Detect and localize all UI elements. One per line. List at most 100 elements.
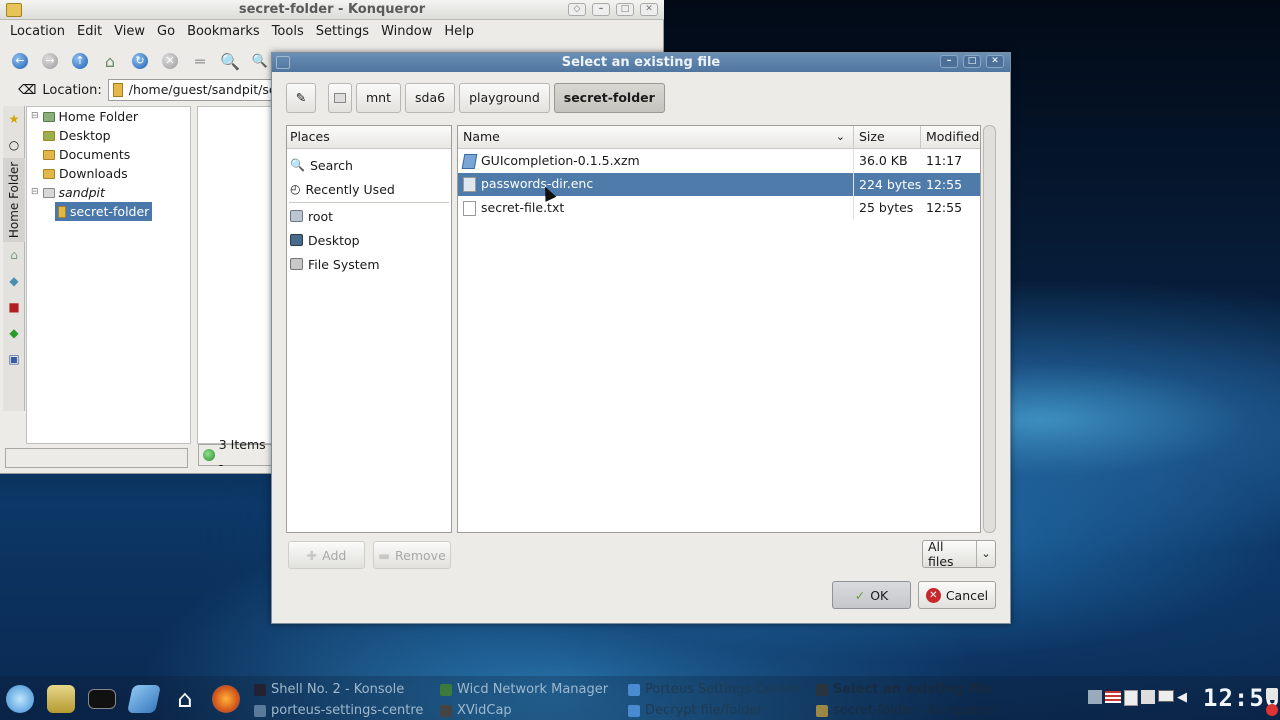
cancel-button[interactable]: ✕ Cancel xyxy=(918,581,996,609)
services-tab-icon[interactable]: ■ xyxy=(3,294,25,320)
crumb-root[interactable] xyxy=(328,83,352,113)
clock-icon: ◴ xyxy=(290,182,301,196)
start-menu-icon[interactable] xyxy=(6,685,34,713)
crumb-playground[interactable]: playground xyxy=(459,83,550,113)
drive-icon xyxy=(334,93,346,103)
menu-settings[interactable]: Settings xyxy=(310,21,375,43)
forward-button[interactable]: → xyxy=(38,49,62,73)
tree-collapse-icon[interactable]: ⊟ xyxy=(31,183,39,202)
crumb-sda6[interactable]: sda6 xyxy=(405,83,456,113)
place-recently-used[interactable]: ◴ Recently Used xyxy=(287,177,451,201)
file-filter-select[interactable]: All files ⌄ xyxy=(922,539,996,569)
crumb-secret-folder[interactable]: secret-folder xyxy=(553,83,665,113)
notes-icon[interactable] xyxy=(1141,690,1155,704)
task-decrypt[interactable]: Decrypt file/folder xyxy=(628,701,763,720)
folder-icon xyxy=(43,149,55,160)
menu-location[interactable]: Location xyxy=(4,21,71,43)
remove-place-button[interactable]: ▬ Remove xyxy=(373,541,451,569)
tree-collapse-icon[interactable]: ⊟ xyxy=(31,107,39,126)
task-xvidcap[interactable]: XVidCap xyxy=(440,701,512,720)
column-name[interactable]: Name ⌄ xyxy=(458,126,854,148)
tree-item-documents[interactable]: Documents xyxy=(27,145,190,164)
column-modified[interactable]: Modified xyxy=(921,126,980,148)
back-button[interactable]: ← xyxy=(8,49,32,73)
ok-button[interactable]: ✓ OK xyxy=(832,581,911,609)
place-search[interactable]: 🔍 Search xyxy=(287,153,451,177)
file-row[interactable]: GUIcompletion-0.1.5.xzm 36.0 KB 11:17 xyxy=(458,149,980,173)
root-tab-icon[interactable]: ◆ xyxy=(3,320,25,346)
tree-item-sandpit[interactable]: ⊟ sandpit xyxy=(27,183,190,202)
firefox-icon[interactable] xyxy=(212,685,240,713)
tree-item-home[interactable]: ⊟ Home Folder xyxy=(27,107,190,126)
media-tab-icon[interactable]: ▣ xyxy=(3,346,25,372)
task-porteus-settings-centre-script[interactable]: porteus-settings-centre xyxy=(254,701,423,720)
terminal-icon[interactable] xyxy=(88,689,116,709)
add-place-button[interactable]: ✚ Add xyxy=(288,541,365,569)
maximize-icon[interactable]: □ xyxy=(963,55,981,68)
home-tab-icon[interactable]: ⌂ xyxy=(3,242,25,268)
bookmarks-tab-icon[interactable]: ★ xyxy=(3,106,25,132)
column-size[interactable]: Size xyxy=(854,126,921,148)
tree-item-downloads[interactable]: Downloads xyxy=(27,164,190,183)
task-select-file[interactable]: Select an existing file xyxy=(816,680,992,700)
task-konsole[interactable]: Shell No. 2 - Konsole xyxy=(254,680,404,700)
menu-edit[interactable]: Edit xyxy=(71,21,108,43)
crumb-mnt[interactable]: mnt xyxy=(356,83,401,113)
shade-icon[interactable]: ◇ xyxy=(568,3,586,16)
location-input[interactable]: /home/guest/sandpit/sec xyxy=(107,79,298,101)
tree-item-secret-folder[interactable]: secret-folder xyxy=(27,202,190,221)
menu-bookmarks[interactable]: Bookmarks xyxy=(181,21,266,43)
task-konqueror[interactable]: secret-folder - Konqueror xyxy=(816,701,995,720)
column-divider xyxy=(853,149,854,219)
file-row-selected[interactable]: passwords-dir.enc 224 bytes 12:55 xyxy=(458,172,980,196)
place-root[interactable]: root xyxy=(287,204,451,228)
place-desktop[interactable]: Desktop xyxy=(287,228,451,252)
task-label: porteus-settings-centre xyxy=(271,703,424,718)
menu-view[interactable]: View xyxy=(108,21,151,43)
zoom-in-button[interactable]: 🔍 xyxy=(218,49,242,73)
menu-go[interactable]: Go xyxy=(151,21,181,43)
display-icon[interactable] xyxy=(1158,690,1174,702)
zoom-out-button[interactable]: 🔍 xyxy=(248,49,272,73)
menu-help[interactable]: Help xyxy=(438,21,480,43)
sidebar-tab-home-folder[interactable]: Home Folder xyxy=(3,158,25,242)
tree-item-desktop[interactable]: Desktop xyxy=(27,126,190,145)
maximize-icon[interactable]: □ xyxy=(616,3,634,16)
place-file-system[interactable]: File System xyxy=(287,252,451,276)
home-button[interactable]: ⌂ xyxy=(98,49,122,73)
clear-location-icon[interactable]: ⌫ xyxy=(18,83,36,98)
home-icon[interactable]: ⌂ xyxy=(171,685,199,713)
logout-icon[interactable] xyxy=(1266,704,1278,716)
file-list-header: Name ⌄ Size Modified xyxy=(458,126,980,149)
reload-button[interactable]: ↻ xyxy=(128,49,152,73)
history-tab-icon[interactable]: ○ xyxy=(3,132,25,158)
text-editor-icon[interactable] xyxy=(47,685,75,713)
konqueror-app-icon[interactable] xyxy=(6,3,22,17)
network-tab-icon[interactable]: ◆ xyxy=(3,268,25,294)
menu-window[interactable]: Window xyxy=(375,21,438,43)
dialog-pin-icon[interactable] xyxy=(276,56,290,69)
network-tray-icon[interactable] xyxy=(1088,690,1102,704)
task-label: Wicd Network Manager xyxy=(457,682,609,697)
dialog-titlebar[interactable]: Select an existing file – □ ✕ xyxy=(272,53,1010,72)
show-desktop-icon[interactable] xyxy=(1266,688,1278,700)
keyboard-layout-icon[interactable] xyxy=(1105,691,1121,703)
menu-tools[interactable]: Tools xyxy=(266,21,310,43)
close-icon[interactable]: ✕ xyxy=(640,3,658,16)
task-wicd[interactable]: Wicd Network Manager xyxy=(440,680,608,700)
clipboard-icon[interactable] xyxy=(1124,690,1138,706)
minimize-icon[interactable]: – xyxy=(940,55,958,68)
konqueror-titlebar[interactable]: secret-folder - Konqueror ◇ – □ ✕ xyxy=(0,0,664,20)
check-icon: ✓ xyxy=(854,587,866,603)
volume-icon[interactable]: ◀ xyxy=(1177,690,1187,706)
edit-path-button[interactable]: ✎ xyxy=(286,83,316,113)
up-button[interactable]: ↑ xyxy=(68,49,92,73)
file-row[interactable]: secret-file.txt 25 bytes 12:55 xyxy=(458,196,980,220)
task-porteus-settings-centre[interactable]: Porteus Settings Centre xyxy=(628,680,799,700)
close-icon[interactable]: ✕ xyxy=(986,55,1004,68)
reload-icon: ↻ xyxy=(132,53,148,69)
place-label: Desktop xyxy=(308,232,360,248)
file-list-scrollbar[interactable] xyxy=(983,125,996,533)
stop-button[interactable]: ✕ xyxy=(158,49,182,73)
minimize-icon[interactable]: – xyxy=(592,3,610,16)
